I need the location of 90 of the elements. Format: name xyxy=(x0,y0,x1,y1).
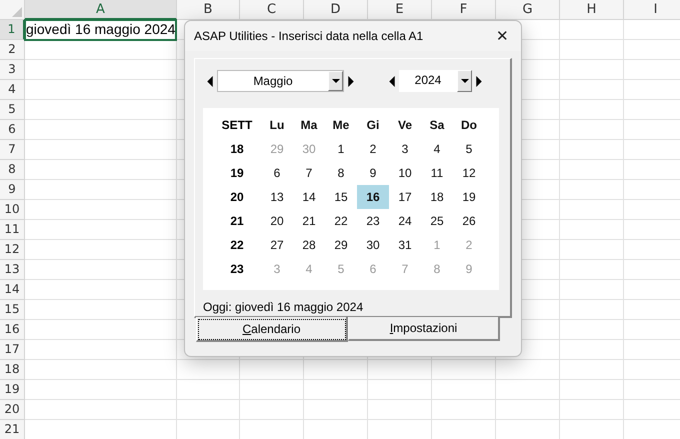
row-header[interactable]: 21 xyxy=(0,420,25,439)
previous-month-icon[interactable] xyxy=(207,76,213,86)
day-cell[interactable]: 6 xyxy=(261,161,293,185)
week-number: 20 xyxy=(229,190,245,204)
column-header[interactable]: B xyxy=(177,0,240,20)
day-cell[interactable]: 8 xyxy=(325,161,357,185)
day-cell[interactable]: 27 xyxy=(261,233,293,257)
column-header[interactable]: A xyxy=(25,0,177,20)
next-year-icon[interactable] xyxy=(476,76,482,86)
week-number: 18 xyxy=(229,142,245,156)
day-cell[interactable]: 30 xyxy=(357,233,389,257)
weekday-header: Lu xyxy=(268,117,286,134)
row-header[interactable]: 17 xyxy=(0,340,25,360)
day-cell[interactable]: 18 xyxy=(421,185,453,209)
row-header[interactable]: 11 xyxy=(0,220,25,240)
year-dropdown[interactable]: 2024 xyxy=(399,70,472,92)
row-header[interactable]: 16 xyxy=(0,320,25,340)
day-cell[interactable]: 29 xyxy=(325,233,357,257)
day-cell[interactable]: 20 xyxy=(261,209,293,233)
column-header[interactable]: C xyxy=(240,0,304,20)
day-cell[interactable]: 1 xyxy=(325,137,357,161)
column-header[interactable]: E xyxy=(368,0,432,20)
next-month-icon[interactable] xyxy=(348,76,354,86)
close-button[interactable]: ✕ xyxy=(492,27,513,45)
tab[interactable]: Impostazioni xyxy=(348,317,500,341)
week-number: 23 xyxy=(229,262,245,276)
caret-icon[interactable] xyxy=(460,79,468,83)
day-cell[interactable]: 13 xyxy=(261,185,293,209)
row-header[interactable]: 13 xyxy=(0,260,25,280)
row-header[interactable]: 15 xyxy=(0,300,25,320)
day-cell[interactable]: 9 xyxy=(357,161,389,185)
day-cell[interactable]: 2 xyxy=(357,137,389,161)
weekday-header: Ma xyxy=(300,117,318,134)
column-header[interactable]: G xyxy=(496,0,560,20)
week-number: 19 xyxy=(229,166,245,180)
row-header[interactable]: 19 xyxy=(0,380,25,400)
weekday-header: Do xyxy=(460,117,478,134)
column-header[interactable]: D xyxy=(304,0,368,20)
day-cell[interactable]: 15 xyxy=(325,185,357,209)
previous-year-icon[interactable] xyxy=(389,76,395,86)
row-header[interactable]: 12 xyxy=(0,240,25,260)
window-title: ASAP Utilities - Inserisci data nella cella A1 xyxy=(194,29,424,43)
week-column-header: SETT xyxy=(220,118,254,132)
row-header[interactable]: 8 xyxy=(0,160,25,180)
row-header[interactable]: 6 xyxy=(0,120,25,140)
day-cell[interactable]: 4 xyxy=(421,137,453,161)
day-cell[interactable]: 21 xyxy=(293,209,325,233)
day-cell[interactable]: 11 xyxy=(421,161,453,185)
day-cell[interactable]: 23 xyxy=(357,209,389,233)
weekday-header: Sa xyxy=(428,117,446,134)
row-header[interactable]: 5 xyxy=(0,100,25,120)
row-header[interactable]: 18 xyxy=(0,360,25,380)
day-cell[interactable]: 3 xyxy=(389,137,421,161)
row-header[interactable]: 1 xyxy=(0,20,25,40)
day-cell[interactable]: 19 xyxy=(453,185,485,209)
day-cell[interactable]: 25 xyxy=(421,209,453,233)
day-cell[interactable]: 5 xyxy=(453,137,485,161)
column-header[interactable]: I xyxy=(624,0,680,20)
column-header[interactable]: F xyxy=(432,0,496,20)
weekday-header: Ve xyxy=(396,117,413,134)
active-cell[interactable]: giovedì 16 maggio 2024 xyxy=(24,19,177,41)
day-cell[interactable]: 22 xyxy=(325,209,357,233)
day-cell[interactable]: 10 xyxy=(389,161,421,185)
tab[interactable]: Calendario xyxy=(196,317,348,342)
day-cell[interactable]: 7 xyxy=(293,161,325,185)
month-dropdown[interactable]: Maggio xyxy=(217,70,344,92)
row-header[interactable]: 3 xyxy=(0,60,25,80)
week-number: 22 xyxy=(229,238,245,252)
row-header[interactable]: 4 xyxy=(0,80,25,100)
day-cell[interactable]: 12 xyxy=(453,161,485,185)
row-header[interactable]: 9 xyxy=(0,180,25,200)
row-header[interactable]: 7 xyxy=(0,140,25,160)
day-cell[interactable]: 17 xyxy=(389,185,421,209)
day-cell[interactable]: 24 xyxy=(389,209,421,233)
weekday-header: Gi xyxy=(366,117,380,134)
row-header[interactable]: 10 xyxy=(0,200,25,220)
day-cell[interactable]: 14 xyxy=(293,185,325,209)
weekday-header: Me xyxy=(332,117,350,134)
row-header[interactable]: 14 xyxy=(0,280,25,300)
day-cell[interactable]: 26 xyxy=(453,209,485,233)
triangle-icon xyxy=(12,7,22,17)
caret-icon[interactable] xyxy=(332,79,340,83)
day-cell[interactable]: 31 xyxy=(389,233,421,257)
day-cell[interactable]: 28 xyxy=(293,233,325,257)
row-header[interactable]: 2 xyxy=(0,40,25,60)
row-header[interactable]: 20 xyxy=(0,400,25,420)
column-header[interactable]: H xyxy=(560,0,624,20)
today-label: Oggi: giovedì 16 maggio 2024 xyxy=(203,300,364,314)
week-number: 21 xyxy=(229,214,245,228)
day-cell[interactable]: 16 xyxy=(357,185,389,209)
